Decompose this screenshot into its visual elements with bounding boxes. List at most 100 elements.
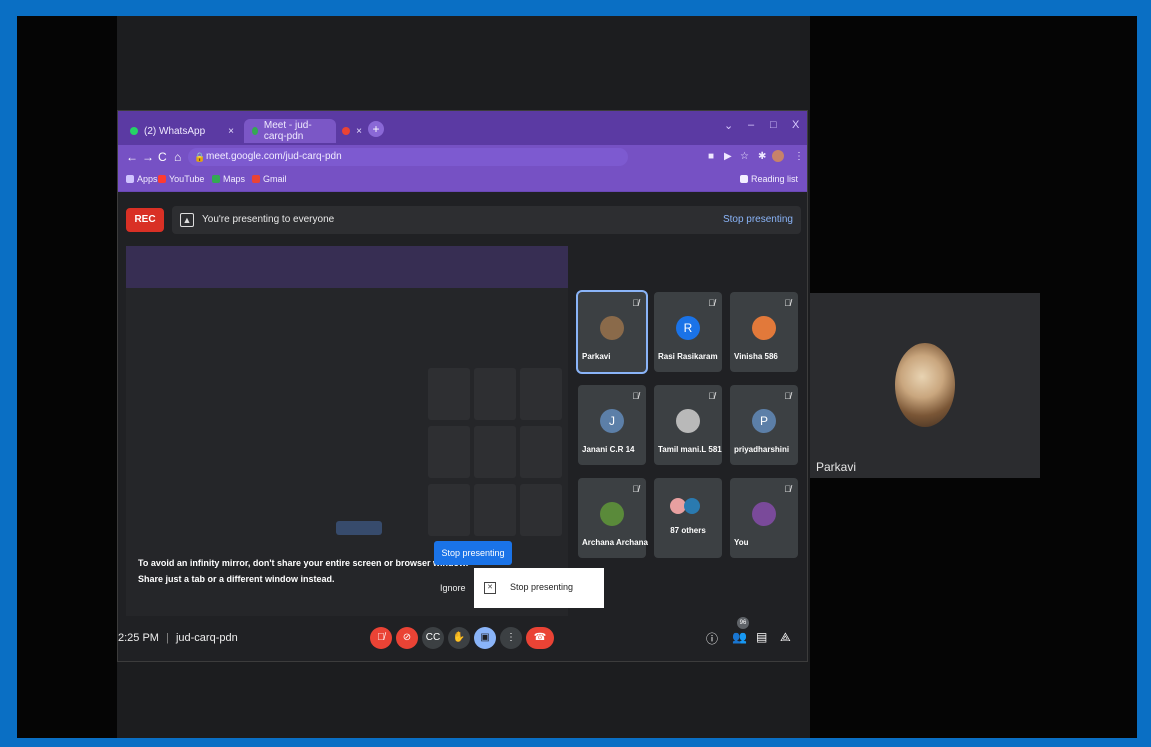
maximize-button[interactable]: □ <box>770 119 777 131</box>
mirror-tile <box>428 426 470 478</box>
reading-list-label: Reading list <box>751 174 799 184</box>
present-button[interactable]: ▣ <box>474 627 496 649</box>
gmail-icon <box>252 175 260 183</box>
end-call-button[interactable]: ☎ <box>526 627 554 649</box>
tab-whatsapp[interactable]: (2) WhatsApp × <box>122 119 242 143</box>
self-avatar <box>895 343 955 427</box>
tab-label: Meet - jud-carq-pdn <box>263 120 312 142</box>
participant-tile[interactable]: 🎙̸ R Rasi Rasikaram <box>654 292 722 372</box>
forward-icon[interactable]: → <box>142 150 154 164</box>
stop-presenting-link[interactable]: Stop presenting <box>723 214 793 225</box>
tab-search-icon[interactable]: ⌄ <box>724 119 733 132</box>
info-icon[interactable]: ⓘ <box>706 630 718 647</box>
lock-icon: 🔒 <box>194 152 206 162</box>
tab-close-icon[interactable]: × <box>356 126 362 137</box>
close-window-button[interactable]: X <box>792 119 799 131</box>
participant-name: Rasi Rasikaram <box>658 352 718 361</box>
mirror-tile <box>428 368 470 420</box>
url-text: meet.google.com/jud-carq-pdn <box>206 151 342 162</box>
whatsapp-icon <box>130 127 138 135</box>
mic-off-button[interactable]: 🎙̸ <box>370 627 392 649</box>
apps-icon <box>126 175 134 183</box>
bookmarks-bar: Apps YouTube Maps Gmail Reading list <box>118 169 807 192</box>
minimize-button[interactable]: – <box>748 119 754 131</box>
participant-tile[interactable]: 🎙̸ P priyadharshini <box>730 385 798 465</box>
mic-off-icon: 🎙̸ <box>784 298 791 308</box>
participant-avatar: P <box>752 409 776 433</box>
bookmark-label: YouTube <box>169 174 205 184</box>
mic-off-icon: 🎙̸ <box>632 391 639 401</box>
reading-list-button[interactable]: Reading list <box>740 174 798 184</box>
mirror-tile <box>520 426 562 478</box>
participant-name: Tamil mani.L 581 <box>658 445 722 454</box>
participant-tile[interactable]: 🎙̸ J Janani C.R 14 <box>578 385 646 465</box>
participant-tile[interactable]: 🎙̸ Archana Archana <box>578 478 648 558</box>
recording-icon <box>342 127 350 135</box>
home-icon[interactable]: ⌂ <box>174 150 181 164</box>
meeting-info: 2:25 PM | jud-carq-pdn <box>118 632 238 644</box>
extensions-icon[interactable]: ✱ <box>758 151 766 162</box>
bookmark-star-icon[interactable]: ☆ <box>740 151 749 162</box>
url-input[interactable]: 🔒 meet.google.com/jud-carq-pdn <box>188 148 628 166</box>
mirror-browser-bar <box>126 246 568 288</box>
close-box-icon: ✕ <box>484 582 496 594</box>
captions-button[interactable]: CC <box>422 627 444 649</box>
participant-avatar <box>752 502 776 526</box>
share-icon[interactable]: ▶ <box>724 151 732 162</box>
tab-bar: (2) WhatsApp × Meet - jud-carq-pdn × + ⌄… <box>118 111 807 145</box>
mirror-tile <box>520 368 562 420</box>
participant-name: priyadharshini <box>734 445 790 454</box>
participant-tile[interactable]: 🎙̸ Parkavi <box>578 292 646 372</box>
reload-icon[interactable]: C <box>158 150 167 164</box>
self-name: Parkavi <box>816 460 857 474</box>
participant-avatar <box>600 502 624 526</box>
presenting-text: You're presenting to everyone <box>202 214 335 225</box>
mic-off-icon: 🎙̸ <box>632 484 639 494</box>
mic-off-icon: 🎙̸ <box>708 391 715 401</box>
bookmark-gmail[interactable]: Gmail <box>252 174 287 184</box>
participant-avatar: R <box>676 316 700 340</box>
others-avatar <box>684 498 700 514</box>
new-tab-button[interactable]: + <box>368 121 384 137</box>
stop-presenting-button[interactable]: Stop presenting <box>434 541 512 565</box>
infinity-mirror-warning: To avoid an infinity mirror, don't share… <box>138 555 468 587</box>
participant-avatar <box>752 316 776 340</box>
warning-line: To avoid an infinity mirror, don't share… <box>138 558 469 568</box>
raise-hand-button[interactable]: ✋ <box>448 627 470 649</box>
back-icon[interactable]: ← <box>126 150 138 164</box>
more-options-button[interactable]: ⋮ <box>500 627 522 649</box>
mirror-tile <box>520 484 562 536</box>
people-icon[interactable]: 👥 <box>732 630 747 644</box>
tab-close-icon[interactable]: × <box>228 126 234 137</box>
participant-name: Archana Archana <box>582 538 648 547</box>
participant-tile-you[interactable]: 🎙̸ You <box>730 478 798 558</box>
mirror-tile <box>474 368 516 420</box>
menu-icon[interactable]: ⋮ <box>794 151 804 162</box>
meeting-time: 2:25 PM <box>118 632 159 644</box>
people-count-badge: 96 <box>737 617 749 629</box>
camera-off-button[interactable]: ⊘ <box>396 627 418 649</box>
profile-avatar[interactable] <box>772 150 784 162</box>
others-tile[interactable]: 87 others <box>654 478 722 558</box>
warning-line: Share just a tab or a different window i… <box>138 574 335 584</box>
separator: | <box>166 632 169 644</box>
participant-tile[interactable]: 🎙̸ Tamil mani.L 581 <box>654 385 722 465</box>
tab-recording[interactable]: × <box>338 119 366 143</box>
participant-tile[interactable]: 🎙̸ Vinisha 586 <box>730 292 798 372</box>
bookmark-apps[interactable]: Apps <box>126 174 158 184</box>
meet-icon <box>252 127 258 135</box>
tab-label: (2) WhatsApp <box>144 125 206 137</box>
stop-presenting-popup[interactable]: ✕ Stop presenting <box>474 568 604 608</box>
bookmark-maps[interactable]: Maps <box>212 174 245 184</box>
chat-icon[interactable]: ▤ <box>756 630 767 644</box>
mic-off-icon: 🎙̸ <box>784 391 791 401</box>
mirror-tile <box>474 426 516 478</box>
mic-off-icon: 🎙̸ <box>632 298 639 308</box>
bookmark-youtube[interactable]: YouTube <box>158 174 204 184</box>
activities-icon[interactable]: ⟁ <box>780 630 791 645</box>
camera-icon[interactable]: ■ <box>708 151 714 162</box>
ignore-button[interactable]: Ignore <box>440 583 466 593</box>
tab-meet[interactable]: Meet - jud-carq-pdn <box>244 119 336 143</box>
participant-avatar <box>676 409 700 433</box>
address-bar-row: ← → C ⌂ 🔒 meet.google.com/jud-carq-pdn ■… <box>118 145 807 169</box>
